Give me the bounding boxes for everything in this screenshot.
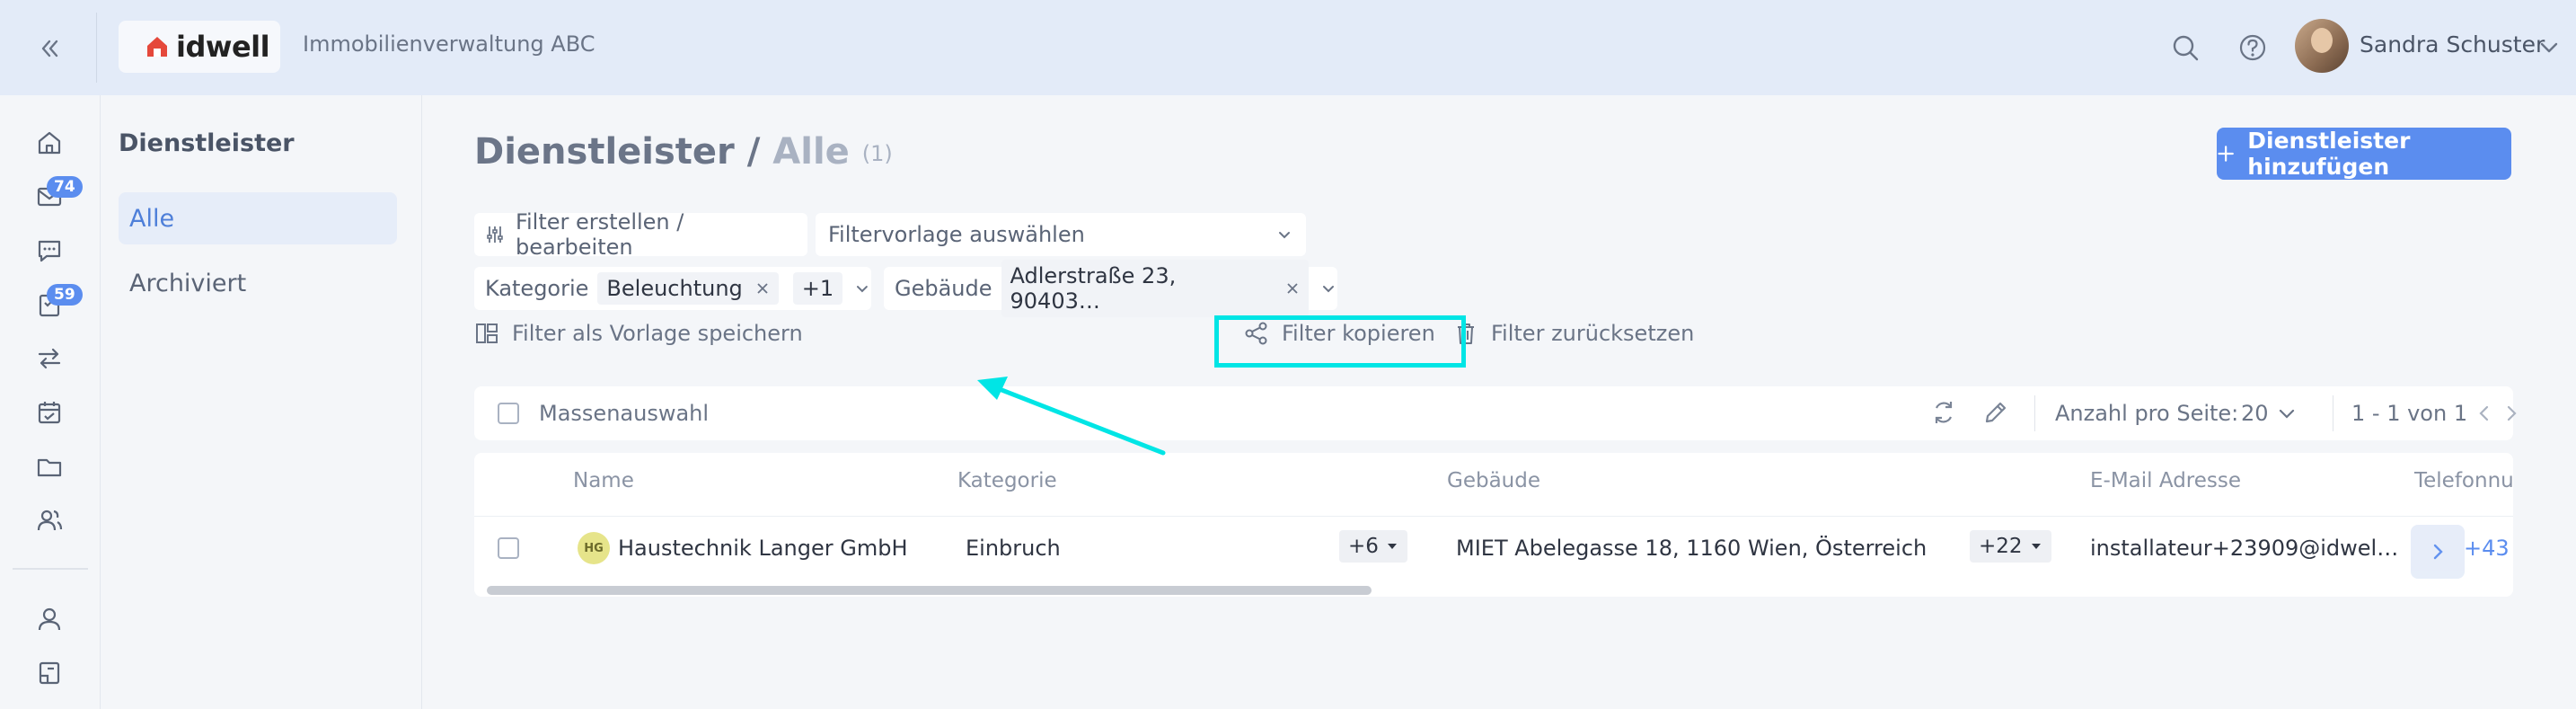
result-count: (1) [861, 141, 893, 166]
filter-template-placeholder: Filtervorlage auswählen [828, 222, 1085, 247]
chevron-down-icon[interactable] [853, 279, 871, 297]
app-root: idwell Immobilienverwaltung ABC Sandra S… [0, 0, 2576, 709]
sub-nav-item-alle[interactable]: Alle [119, 192, 397, 244]
user-avatar[interactable] [2295, 19, 2349, 73]
save-filter-template-link[interactable]: Filter als Vorlage speichern [474, 318, 803, 349]
logo-text: idwell [176, 30, 270, 64]
category-more-value: +6 [1348, 535, 1379, 558]
home-icon[interactable] [31, 124, 68, 162]
caret-down-icon [1387, 544, 1397, 549]
horizontal-scrollbar[interactable] [487, 586, 1372, 595]
column-header-category[interactable]: Kategorie [957, 469, 1057, 492]
page-title-separator: / [746, 131, 761, 173]
remove-icon[interactable] [1285, 281, 1300, 296]
layout-icon [476, 323, 498, 343]
top-bar: idwell Immobilienverwaltung ABC Sandra S… [0, 0, 2576, 95]
per-page-label: Anzahl pro Seite: [2055, 401, 2239, 426]
filter-template-select[interactable]: Filtervorlage auswählen [816, 213, 1306, 256]
provider-category: Einbruch [966, 536, 1061, 561]
category-filter-value: Beleuchtung [606, 276, 743, 301]
calendar-icon[interactable] [31, 394, 68, 431]
search-icon[interactable] [2166, 29, 2204, 66]
service-provider-table: Name Kategorie Gebäude E-Mail Adresse Te… [474, 453, 2513, 597]
column-header-email[interactable]: E-Mail Adresse [2090, 469, 2241, 492]
category-more-pill[interactable]: +6 [1339, 530, 1407, 563]
tasks-badge: 59 [47, 284, 83, 306]
provider-initials-avatar: HG [578, 532, 610, 564]
chevron-down-icon[interactable] [2276, 403, 2298, 424]
building-more-value: +22 [1979, 535, 2023, 558]
caret-down-icon [2031, 544, 2041, 549]
filter-edit-label: Filter erstellen / bearbeiten [515, 209, 684, 260]
category-filter[interactable]: Kategorie Beleuchtung +1 [474, 267, 871, 310]
page-title-main: Dienstleister [474, 131, 735, 173]
sub-nav-title: Dienstleister [119, 129, 295, 157]
profile-icon[interactable] [31, 600, 68, 638]
plus-icon [2218, 146, 2234, 162]
provider-email[interactable]: installateur+23909@idwel… [2090, 536, 2398, 561]
category-more-count[interactable]: +1 [792, 272, 843, 305]
table-toolbar: Massenauswahl Anzahl pro Seite: 20 1 - 1… [474, 386, 2517, 440]
pagination-text: 1 - 1 von 1 [2351, 401, 2468, 426]
category-filter-value-chip: Beleuchtung [597, 272, 779, 305]
add-button-label: Dienstleister hinzufügen [2247, 128, 2411, 180]
main-content: Dienstleister / Alle (1) Dienstleister h… [423, 95, 2576, 709]
building-filter-label: Gebäude [895, 276, 992, 301]
filter-edit-button[interactable]: Filter erstellen / bearbeiten [474, 209, 807, 260]
house-logo-icon [147, 37, 167, 57]
provider-building: MIET Abelegasse 18, 1160 Wien, Österreic… [1456, 536, 1928, 561]
building-more-pill[interactable]: +22 [1970, 530, 2051, 563]
row-checkbox[interactable] [498, 537, 519, 559]
edit-icon[interactable] [1981, 398, 2010, 427]
chevron-right-icon[interactable] [2501, 403, 2521, 424]
building-filter[interactable]: Gebäude Adlerstraße 23, 90403… [884, 260, 1337, 317]
sub-nav-item-archiviert[interactable]: Archiviert [119, 257, 397, 309]
category-filter-label: Kategorie [485, 276, 589, 301]
header-divider [474, 516, 2513, 517]
scroll-right-button[interactable] [2411, 525, 2465, 579]
per-page-value[interactable]: 20 [2241, 401, 2269, 426]
remove-icon[interactable] [755, 281, 770, 296]
column-header-name[interactable]: Name [573, 469, 634, 492]
save-filter-template-label: Filter als Vorlage speichern [512, 321, 803, 346]
user-name[interactable]: Sandra Schuster [2360, 31, 2545, 58]
folder-icon[interactable] [31, 448, 68, 485]
page-title-view: Alle [772, 131, 850, 173]
reset-filter-link[interactable]: Filter zurücksetzen [1453, 318, 1694, 349]
column-header-phone[interactable]: Telefonnumm [2414, 469, 2513, 492]
reset-filter-label: Filter zurücksetzen [1491, 321, 1695, 346]
page-title: Dienstleister / Alle (1) [474, 131, 893, 173]
chevron-down-icon [1279, 232, 1290, 239]
refresh-icon[interactable] [1929, 398, 1958, 427]
building-filter-value-chip: Adlerstraße 23, 90403… [1001, 260, 1310, 317]
chevron-left-icon[interactable] [2475, 403, 2494, 424]
collapse-sidebar-icon[interactable] [31, 30, 68, 67]
messages-badge: 74 [47, 176, 83, 198]
chevron-right-icon [2433, 544, 2443, 560]
highlight-box [1214, 315, 1466, 368]
bulk-select-checkbox[interactable] [498, 403, 519, 424]
provider-phone[interactable]: +43 5674 893 [2464, 536, 2513, 561]
sliders-icon [487, 226, 503, 243]
provider-name[interactable]: Haustechnik Langer GmbH [618, 536, 908, 561]
rail-divider [13, 568, 88, 570]
toolbar-divider [2034, 395, 2035, 431]
document-icon[interactable] [31, 654, 68, 692]
chevron-down-icon[interactable] [1319, 279, 1337, 297]
add-service-provider-button[interactable]: Dienstleister hinzufügen [2217, 128, 2511, 180]
column-header-building[interactable]: Gebäude [1447, 469, 1540, 492]
contacts-icon[interactable] [31, 501, 68, 539]
organization-name: Immobilienverwaltung ABC [303, 31, 595, 57]
topbar-divider [96, 13, 97, 83]
bulk-select-label[interactable]: Massenauswahl [539, 401, 709, 426]
building-filter-value: Adlerstraße 23, 90403… [1010, 263, 1177, 314]
sub-navigation: Dienstleister Alle Archiviert [101, 95, 422, 709]
help-icon[interactable] [2234, 29, 2272, 66]
chevron-down-icon[interactable] [2537, 36, 2561, 63]
logo[interactable]: idwell [119, 21, 280, 73]
transfer-icon[interactable] [31, 340, 68, 377]
chat-icon[interactable] [31, 232, 68, 270]
